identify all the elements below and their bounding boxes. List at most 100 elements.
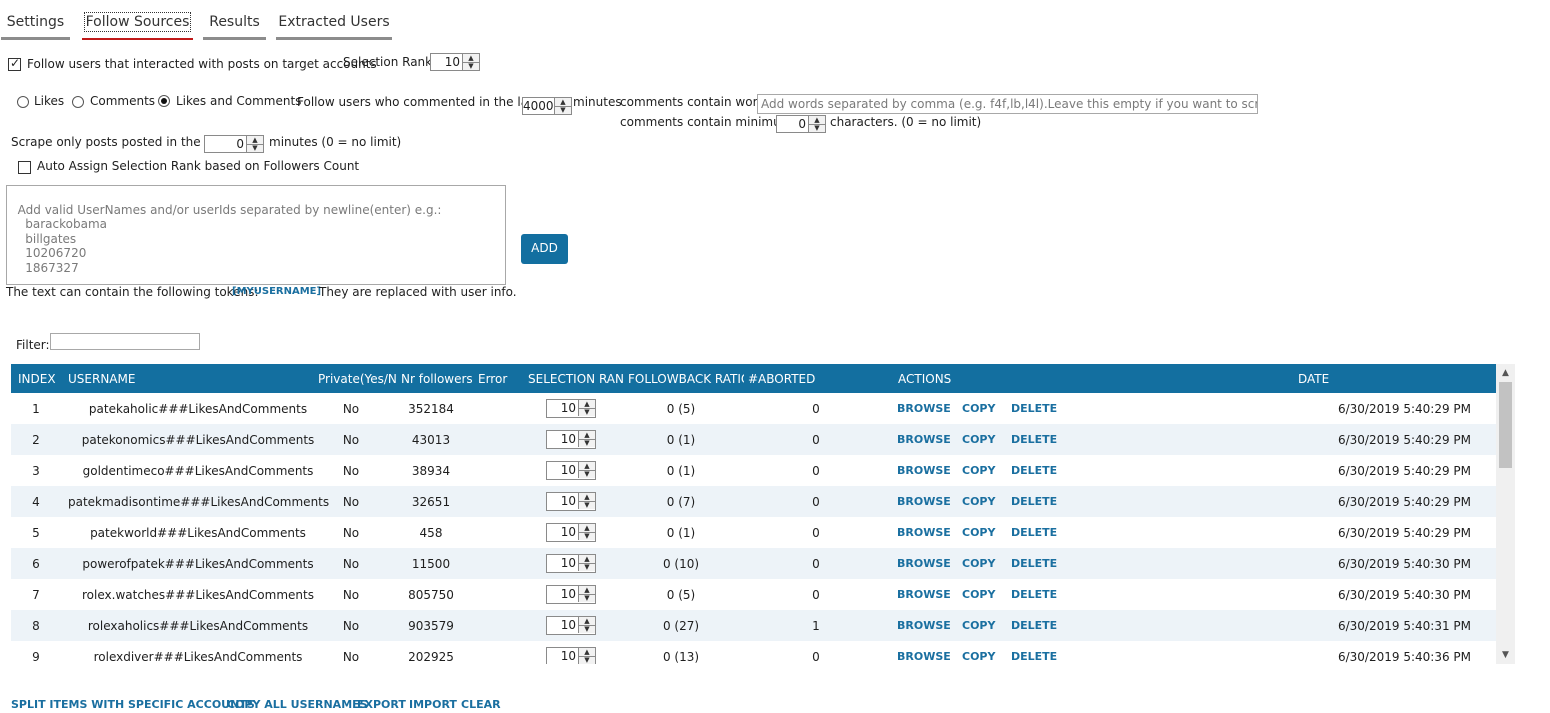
copy-button[interactable]: COPY <box>962 433 995 446</box>
scrollbar-thumb[interactable] <box>1499 382 1512 468</box>
row-rank-value[interactable]: 10 <box>547 524 578 541</box>
export-button[interactable]: EXPORT <box>357 698 406 711</box>
row-rank-stepper[interactable]: 10 ▲ ▼ <box>546 461 596 480</box>
radio-likes[interactable] <box>17 96 29 108</box>
browse-button[interactable]: BROWSE <box>897 557 951 570</box>
table-row[interactable]: 6 powerofpatek###LikesAndComments No 11500 0… <box>11 548 1496 579</box>
scroll-up-icon[interactable]: ▲ <box>1496 366 1515 380</box>
usernames-textarea[interactable]: Add valid UserNames and/or userIds separ… <box>6 185 506 285</box>
commented-minutes-value[interactable]: 4000 <box>523 98 554 114</box>
browse-button[interactable]: BROWSE <box>897 495 951 508</box>
clear-button[interactable]: CLEAR <box>461 698 501 711</box>
comment-min-chars-value[interactable]: 0 <box>777 116 808 132</box>
row-rank-stepper[interactable]: 10 ▲ ▼ <box>546 430 596 449</box>
delete-button[interactable]: DELETE <box>1011 557 1057 570</box>
spin-down-icon[interactable]: ▼ <box>579 594 595 602</box>
tab-follow-sources[interactable]: Follow Sources <box>82 0 193 40</box>
spin-down-icon[interactable]: ▼ <box>579 563 595 571</box>
spin-down-icon[interactable]: ▼ <box>579 532 595 540</box>
commented-minutes-stepper[interactable]: 4000 ▲ ▼ <box>522 97 572 115</box>
table-row[interactable]: 5 patekworld###LikesAndComments No 458 0 (1)… <box>11 517 1496 548</box>
copy-button[interactable]: COPY <box>962 495 995 508</box>
grid-scrollbar[interactable]: ▲ ▼ <box>1496 364 1515 664</box>
table-row[interactable]: 1 patekaholic###LikesAndComments No 352184 0… <box>11 393 1496 424</box>
row-rank-stepper[interactable]: 10 ▲ ▼ <box>546 647 596 664</box>
spin-down-icon[interactable]: ▼ <box>579 625 595 633</box>
col-date[interactable]: DATE <box>1298 372 1358 386</box>
copy-button[interactable]: COPY <box>962 402 995 415</box>
spin-down-icon[interactable]: ▼ <box>579 501 595 509</box>
col-aborted[interactable]: #ABORTED <box>748 372 818 386</box>
browse-button[interactable]: BROWSE <box>897 526 951 539</box>
row-rank-value[interactable]: 10 <box>547 431 578 448</box>
browse-button[interactable]: BROWSE <box>897 433 951 446</box>
copy-button[interactable]: COPY <box>962 526 995 539</box>
radio-comments[interactable] <box>72 96 84 108</box>
auto-assign-checkbox[interactable] <box>18 161 31 174</box>
row-rank-value[interactable]: 10 <box>547 462 578 479</box>
row-rank-stepper[interactable]: 10 ▲ ▼ <box>546 585 596 604</box>
table-row[interactable]: 3 goldentimeco###LikesAndComments No 38934 0… <box>11 455 1496 486</box>
copy-button[interactable]: COPY <box>962 588 995 601</box>
spin-down-icon[interactable]: ▼ <box>809 124 825 132</box>
table-row[interactable]: 8 rolexaholics###LikesAndComments No 903579… <box>11 610 1496 641</box>
col-followback-ratio[interactable]: FOLLOWBACK RATIO <box>628 372 744 386</box>
col-followers[interactable]: Nr followers <box>401 372 477 386</box>
delete-button[interactable]: DELETE <box>1011 588 1057 601</box>
copy-all-usernames-button[interactable]: COPY ALL USERNAMES <box>227 698 368 711</box>
tab-results[interactable]: Results <box>203 0 266 40</box>
col-private[interactable]: Private(Yes/No) <box>318 372 396 386</box>
row-rank-value[interactable]: 10 <box>547 648 578 664</box>
spin-down-icon[interactable]: ▼ <box>579 656 595 664</box>
row-rank-value[interactable]: 10 <box>547 400 578 417</box>
row-rank-stepper[interactable]: 10 ▲ ▼ <box>546 492 596 511</box>
delete-button[interactable]: DELETE <box>1011 464 1057 477</box>
col-index[interactable]: INDEX <box>18 372 68 386</box>
table-row[interactable]: 4 patekmadisontime###LikesAndComments No 32… <box>11 486 1496 517</box>
col-username[interactable]: USERNAME <box>68 372 268 386</box>
browse-button[interactable]: BROWSE <box>897 402 951 415</box>
spin-down-icon[interactable]: ▼ <box>579 470 595 478</box>
add-button[interactable]: ADD <box>521 234 568 264</box>
table-row[interactable]: 7 rolex.watches###LikesAndComments No 80575… <box>11 579 1496 610</box>
browse-button[interactable]: BROWSE <box>897 588 951 601</box>
delete-button[interactable]: DELETE <box>1011 433 1057 446</box>
col-selection-rank[interactable]: SELECTION RANK <box>528 372 623 386</box>
delete-button[interactable]: DELETE <box>1011 619 1057 632</box>
comment-min-chars-stepper[interactable]: 0 ▲ ▼ <box>776 115 826 133</box>
row-rank-stepper[interactable]: 10 ▲ ▼ <box>546 554 596 573</box>
scrape-minutes-value[interactable]: 0 <box>205 136 246 152</box>
row-rank-stepper[interactable]: 10 ▲ ▼ <box>546 399 596 418</box>
import-button[interactable]: IMPORT <box>409 698 457 711</box>
table-row[interactable]: 9 rolexdiver###LikesAndComments No 202925 0 … <box>11 641 1496 664</box>
spin-down-icon[interactable]: ▼ <box>463 62 479 70</box>
row-rank-value[interactable]: 10 <box>547 555 578 572</box>
selection-rank-stepper[interactable]: 10 ▲ ▼ <box>430 53 480 71</box>
spin-down-icon[interactable]: ▼ <box>247 144 263 152</box>
row-rank-value[interactable]: 10 <box>547 586 578 603</box>
browse-button[interactable]: BROWSE <box>897 464 951 477</box>
row-rank-stepper[interactable]: 10 ▲ ▼ <box>546 616 596 635</box>
delete-button[interactable]: DELETE <box>1011 402 1057 415</box>
copy-button[interactable]: COPY <box>962 650 995 663</box>
spin-down-icon[interactable]: ▼ <box>555 106 571 114</box>
col-actions[interactable]: ACTIONS <box>898 372 968 386</box>
spin-down-icon[interactable]: ▼ <box>579 439 595 447</box>
row-rank-value[interactable]: 10 <box>547 617 578 634</box>
copy-button[interactable]: COPY <box>962 619 995 632</box>
split-items-button[interactable]: SPLIT ITEMS WITH SPECIFIC ACCOUNTS <box>11 698 255 711</box>
row-rank-stepper[interactable]: 10 ▲ ▼ <box>546 523 596 542</box>
filter-input[interactable] <box>50 333 200 350</box>
spin-down-icon[interactable]: ▼ <box>579 408 595 416</box>
tab-extracted-users[interactable]: Extracted Users <box>276 0 392 40</box>
selection-rank-value[interactable]: 10 <box>431 54 462 70</box>
copy-button[interactable]: COPY <box>962 464 995 477</box>
delete-button[interactable]: DELETE <box>1011 526 1057 539</box>
delete-button[interactable]: DELETE <box>1011 650 1057 663</box>
table-row[interactable]: 2 patekonomics###LikesAndComments No 43013 0… <box>11 424 1496 455</box>
row-rank-value[interactable]: 10 <box>547 493 578 510</box>
col-error[interactable]: Error <box>478 372 523 386</box>
browse-button[interactable]: BROWSE <box>897 619 951 632</box>
radio-likes-and-comments[interactable] <box>158 95 170 107</box>
interact-checkbox[interactable]: ✓ <box>8 56 21 71</box>
